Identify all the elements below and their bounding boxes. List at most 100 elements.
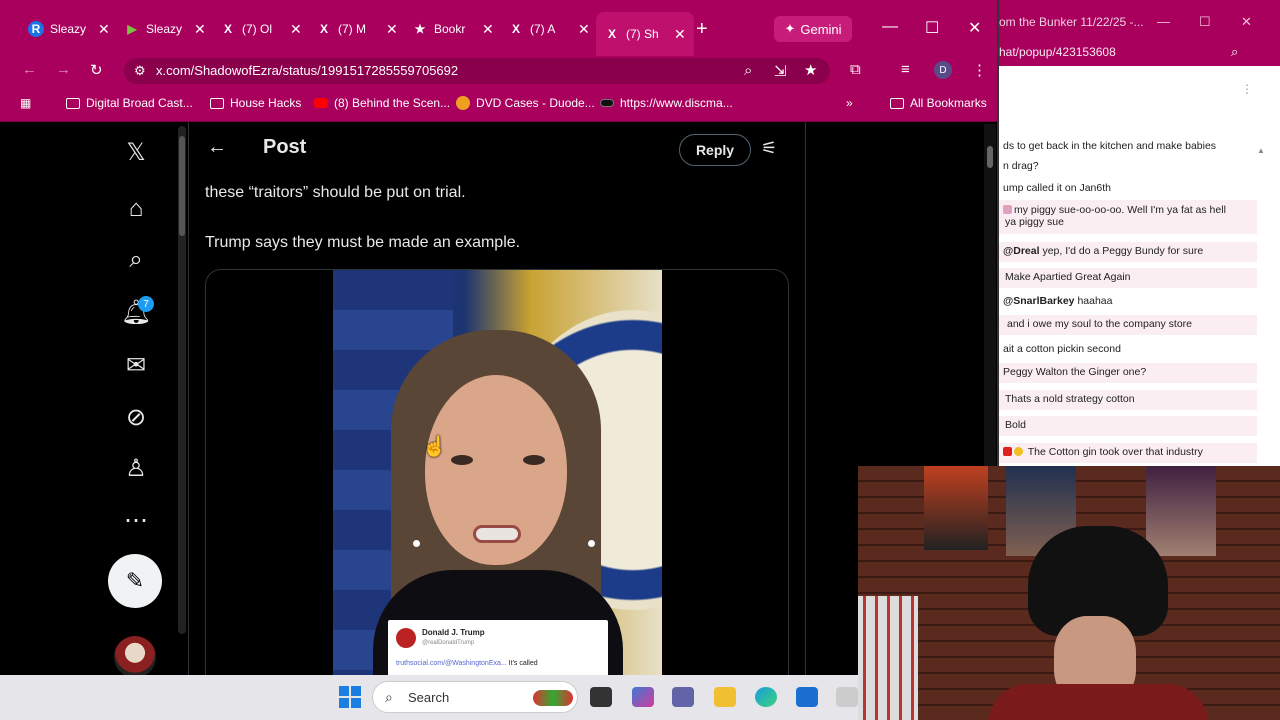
copilot-icon[interactable] — [632, 687, 654, 707]
apps-grid-icon[interactable]: ▦ — [20, 96, 31, 110]
reply-settings-icon[interactable]: ⚟ — [761, 138, 777, 159]
more-icon[interactable]: ⋯ — [122, 506, 150, 534]
chat-username[interactable]: @Dreal — [1003, 245, 1040, 257]
mail-icon[interactable]: ✉ — [122, 351, 150, 379]
grok-icon[interactable]: ⊘ — [122, 403, 150, 431]
tab-strip: R Sleazy ✕ ▶ Sleazy ✕ X (7) Ol ✕ X (7) M… — [0, 0, 997, 56]
teams-icon[interactable] — [672, 687, 694, 707]
tab-favicon-r-icon: R — [28, 21, 44, 37]
search-icon[interactable]: ⌕ — [122, 246, 150, 274]
close-tab-icon[interactable]: ✕ — [98, 21, 110, 38]
tab-2[interactable]: ▶ Sleazy ✕ — [116, 14, 214, 44]
back-icon[interactable]: ← — [22, 61, 37, 78]
truth-link-line: truthsocial.com/@WashingtonExa... It's c… — [396, 660, 538, 667]
close-tab-icon[interactable]: ✕ — [386, 21, 398, 38]
scrollbar-thumb[interactable] — [987, 146, 993, 168]
x-favicon-icon: X — [607, 27, 616, 41]
sidebar-scrollbar[interactable] — [178, 126, 186, 634]
bookmark-label: https://www.discma... — [620, 96, 733, 110]
tab-search-icon[interactable]: ⧉ — [850, 61, 861, 78]
video-player[interactable]: Donald J. Trump @realDonaldTrump truthso… — [333, 270, 662, 720]
tab-4[interactable]: X (7) M ✕ — [308, 14, 406, 44]
tab-1[interactable]: R Sleazy ✕ — [20, 14, 118, 44]
scroll-up-icon[interactable]: ▲ — [1257, 146, 1265, 155]
profile-icon[interactable]: ♙ — [122, 454, 150, 482]
tweet-text-line-2: Trump says they must be made an example. — [205, 234, 521, 251]
close-tab-icon[interactable]: ✕ — [482, 21, 494, 38]
minimize-icon[interactable]: — — [882, 18, 898, 36]
chat-message: Peggy Walton the Ginger one? — [999, 363, 1257, 383]
store-icon[interactable] — [796, 687, 818, 707]
reply-button[interactable]: Reply — [679, 134, 751, 166]
address-bar[interactable]: ⚙ x.com/ShadowofEzra/status/199151728555… — [124, 58, 830, 84]
video-frame-speaker-mouth — [473, 525, 521, 543]
webcam-streamer-coat — [988, 684, 1208, 720]
chat-message-text: yep, I'd do a Peggy Bundy for sure — [1042, 245, 1204, 257]
scrollbar-thumb[interactable] — [179, 136, 185, 236]
reload-icon[interactable]: ↻ — [90, 61, 103, 79]
bookmark-label: Digital Broad Cast... — [86, 96, 193, 110]
close-tab-icon[interactable]: ✕ — [194, 21, 206, 38]
compose-post-button[interactable]: ✎ — [108, 554, 162, 608]
chat-titlebar: om the Bunker 11/22/25 -... — ☐ ✕ — [999, 0, 1280, 40]
install-icon[interactable]: ⇲ — [774, 62, 787, 80]
bookmark-item-3[interactable]: (8) Behind the Scen... — [314, 96, 450, 110]
bookmark-item-5[interactable]: https://www.discma... — [600, 96, 733, 110]
tab-6[interactable]: X (7) A ✕ — [500, 14, 598, 44]
kebab-menu-icon[interactable]: ⋮ — [972, 61, 987, 79]
account-avatar[interactable] — [114, 636, 156, 678]
file-explorer-icon[interactable] — [714, 687, 736, 707]
home-icon[interactable]: ⌂ — [122, 195, 150, 223]
tab-7-active[interactable]: X (7) Sh ✕ — [596, 12, 694, 56]
bookmark-item-2[interactable]: House Hacks — [210, 96, 301, 110]
chat-username[interactable]: @SnarlBarkey — [1003, 295, 1075, 307]
video-frame-speaker-eye — [451, 455, 473, 465]
chat-message: The Cotton gin took over that industry — [999, 443, 1257, 463]
truth-avatar — [396, 628, 416, 648]
browser-window: R Sleazy ✕ ▶ Sleazy ✕ X (7) Ol ✕ X (7) M… — [0, 0, 997, 720]
edge-icon[interactable] — [755, 687, 777, 707]
bookmark-item-1[interactable]: Digital Broad Cast... — [66, 96, 193, 110]
new-tab-icon[interactable]: + — [696, 18, 708, 41]
gemini-label: Gemini — [800, 21, 842, 37]
chat-message: @SnarlBarkey haahaa — [999, 295, 1257, 307]
zoom-icon[interactable]: ⌕ — [744, 62, 752, 79]
tweet-media[interactable]: Donald J. Trump @realDonaldTrump truthso… — [205, 269, 789, 720]
chat-message: Make Apartied Great Again — [999, 268, 1257, 288]
close-window-icon[interactable]: ✕ — [1241, 14, 1252, 30]
gemini-button[interactable]: ✦ Gemini — [774, 16, 852, 42]
tab-5[interactable]: ★ Bookr ✕ — [404, 14, 502, 44]
close-tab-icon[interactable]: ✕ — [290, 21, 302, 38]
chat-scrollbar[interactable]: ▲ — [1257, 146, 1267, 466]
maximize-icon[interactable]: ☐ — [925, 18, 939, 38]
chat-url-bar[interactable]: hat/popup/423153608 ⌕ — [999, 40, 1280, 66]
zoom-icon[interactable]: ⌕ — [1231, 44, 1238, 60]
x-logo-icon[interactable]: 𝕏 — [122, 138, 150, 166]
taskbar-search[interactable]: ⌕ Search — [372, 681, 578, 713]
profile-avatar[interactable]: D — [934, 61, 952, 79]
bookmark-star-icon[interactable]: ★ — [804, 61, 817, 79]
tab-3[interactable]: X (7) Ol ✕ — [212, 14, 310, 44]
maximize-icon[interactable]: ☐ — [1199, 14, 1211, 30]
bookmark-item-4[interactable]: DVD Cases - Duode... — [456, 96, 595, 110]
close-window-icon[interactable]: ✕ — [968, 18, 981, 38]
truth-link-suffix: It's called — [506, 660, 538, 667]
app-icon[interactable] — [836, 687, 858, 707]
chat-menu-icon[interactable]: ⋮ — [1241, 82, 1253, 96]
site-info-icon[interactable]: ⚙ — [134, 63, 146, 79]
close-tab-icon[interactable]: ✕ — [674, 26, 686, 43]
task-view-icon[interactable] — [590, 687, 612, 707]
minimize-icon[interactable]: — — [1157, 14, 1170, 29]
windows-start-icon[interactable] — [339, 686, 361, 708]
bookmarks-bar: ▦ Digital Broad Cast... House Hacks (8) … — [0, 86, 997, 122]
all-bookmarks[interactable]: All Bookmarks — [890, 96, 987, 110]
embedded-truth-card: Donald J. Trump @realDonaldTrump truthso… — [388, 620, 608, 680]
close-tab-icon[interactable]: ✕ — [578, 21, 590, 38]
url-text: x.com/ShadowofEzra/status/19915172855597… — [156, 63, 459, 78]
chat-message-text: ait a cotton pickin second — [1003, 343, 1121, 355]
back-arrow-icon[interactable]: ← — [207, 136, 227, 159]
media-controls-icon[interactable]: ≡ — [901, 61, 910, 78]
more-bookmarks-icon[interactable]: » — [846, 96, 853, 110]
folder-icon — [210, 97, 224, 109]
forward-icon[interactable]: → — [56, 61, 71, 78]
